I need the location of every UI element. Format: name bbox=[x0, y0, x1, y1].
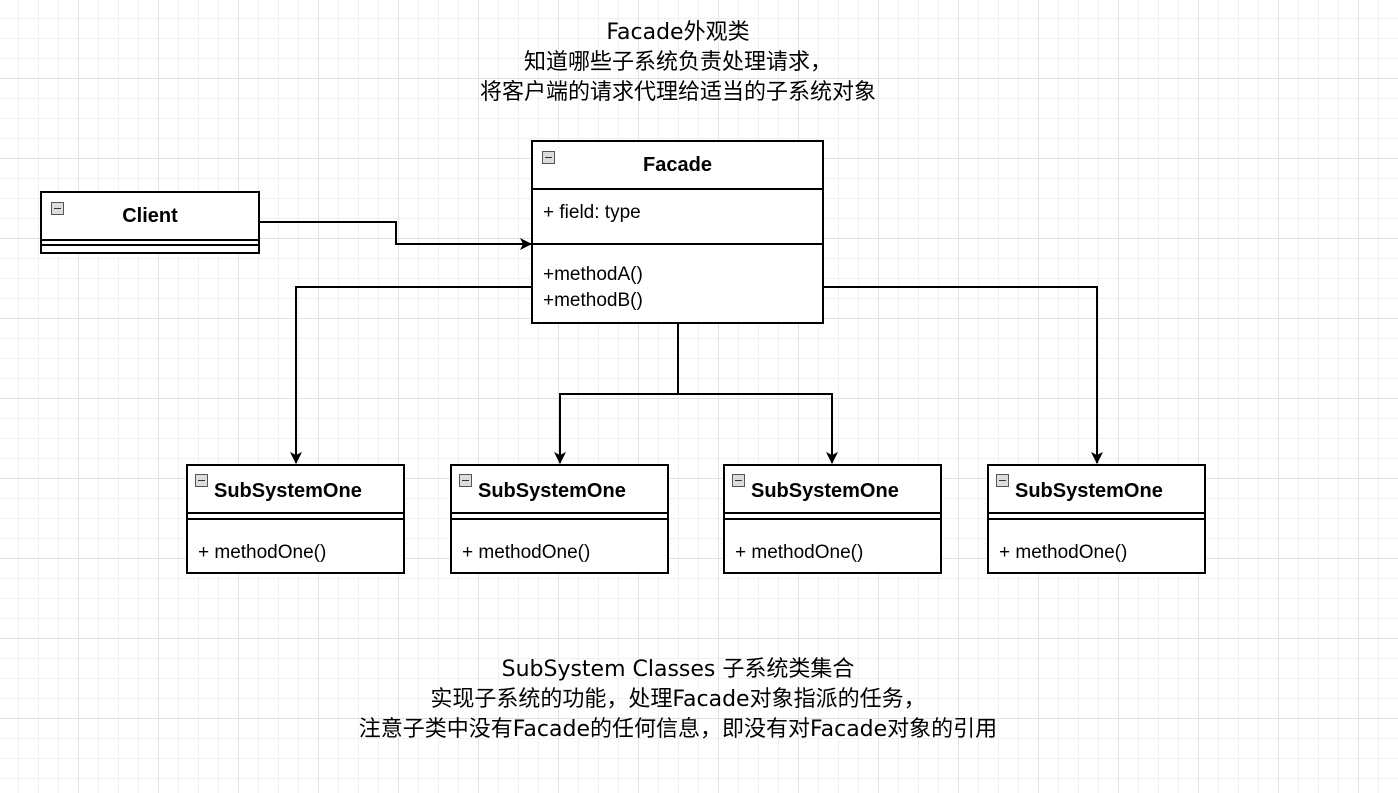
method-item[interactable]: + methodOne() bbox=[462, 540, 667, 566]
collapse-icon[interactable] bbox=[459, 474, 472, 487]
connector-facade-subsystem-3[interactable] bbox=[678, 393, 838, 464]
collapse-icon[interactable] bbox=[732, 474, 745, 487]
facade-description-note[interactable]: Facade外观类 知道哪些子系统负责处理请求， 将客户端的请求代理给适当的子系… bbox=[378, 18, 978, 108]
class-header: SubSystemOne bbox=[725, 466, 940, 514]
class-name: SubSystemOne bbox=[1015, 480, 1163, 502]
class-subsystem-4[interactable]: SubSystemOne + methodOne() bbox=[987, 464, 1206, 574]
method-item[interactable]: +methodB() bbox=[543, 288, 822, 314]
note-line: 知道哪些子系统负责处理请求， bbox=[523, 50, 832, 75]
method-item[interactable]: + methodOne() bbox=[735, 540, 940, 566]
class-header: Client bbox=[42, 193, 258, 241]
method-item[interactable]: + methodOne() bbox=[999, 540, 1204, 566]
note-line: SubSystem Classes 子系统类集合 bbox=[501, 657, 855, 682]
class-subsystem-1[interactable]: SubSystemOne + methodOne() bbox=[186, 464, 405, 574]
methods-section: + methodOne() bbox=[989, 520, 1204, 566]
class-header: SubSystemOne bbox=[989, 466, 1204, 514]
note-line: 将客户端的请求代理给适当的子系统对象 bbox=[479, 80, 876, 105]
class-name: SubSystemOne bbox=[478, 480, 626, 502]
methods-section: + methodOne() bbox=[725, 520, 940, 566]
method-item[interactable]: + methodOne() bbox=[198, 540, 403, 566]
method-item[interactable]: +methodA() bbox=[543, 262, 822, 288]
subsystem-description-note[interactable]: SubSystem Classes 子系统类集合 实现子系统的功能，处理Faca… bbox=[278, 655, 1078, 745]
connector-facade-subsystem-1[interactable] bbox=[290, 286, 531, 464]
collapse-icon[interactable] bbox=[195, 474, 208, 487]
field-item[interactable]: + field: type bbox=[543, 200, 822, 226]
note-line: Facade外观类 bbox=[606, 20, 750, 45]
class-header: Facade bbox=[533, 142, 822, 190]
connector-client-facade[interactable] bbox=[260, 221, 532, 250]
class-client[interactable]: Client bbox=[40, 191, 260, 254]
class-name: Client bbox=[122, 205, 178, 227]
connector-facade-subsystem-4[interactable] bbox=[824, 286, 1103, 464]
connector-facade-subsystem-2[interactable] bbox=[554, 393, 678, 464]
class-name: SubSystemOne bbox=[751, 480, 899, 502]
class-facade[interactable]: Facade + field: type +methodA() +methodB… bbox=[531, 140, 824, 324]
class-header: SubSystemOne bbox=[188, 466, 403, 514]
fields-section: + field: type bbox=[533, 190, 822, 245]
note-line: 注意子类中没有Facade的任何信息，即没有对Facade对象的引用 bbox=[358, 717, 998, 742]
class-subsystem-3[interactable]: SubSystemOne + methodOne() bbox=[723, 464, 942, 574]
class-subsystem-2[interactable]: SubSystemOne + methodOne() bbox=[450, 464, 669, 574]
methods-section: + methodOne() bbox=[188, 520, 403, 566]
methods-section: +methodA() +methodB() bbox=[533, 245, 822, 314]
note-line: 实现子系统的功能，处理Facade对象指派的任务， bbox=[430, 687, 926, 712]
collapse-icon[interactable] bbox=[996, 474, 1009, 487]
class-name: Facade bbox=[643, 154, 712, 176]
class-header: SubSystemOne bbox=[452, 466, 667, 514]
attributes-section bbox=[42, 241, 258, 246]
methods-section: + methodOne() bbox=[452, 520, 667, 566]
class-name: SubSystemOne bbox=[214, 480, 362, 502]
